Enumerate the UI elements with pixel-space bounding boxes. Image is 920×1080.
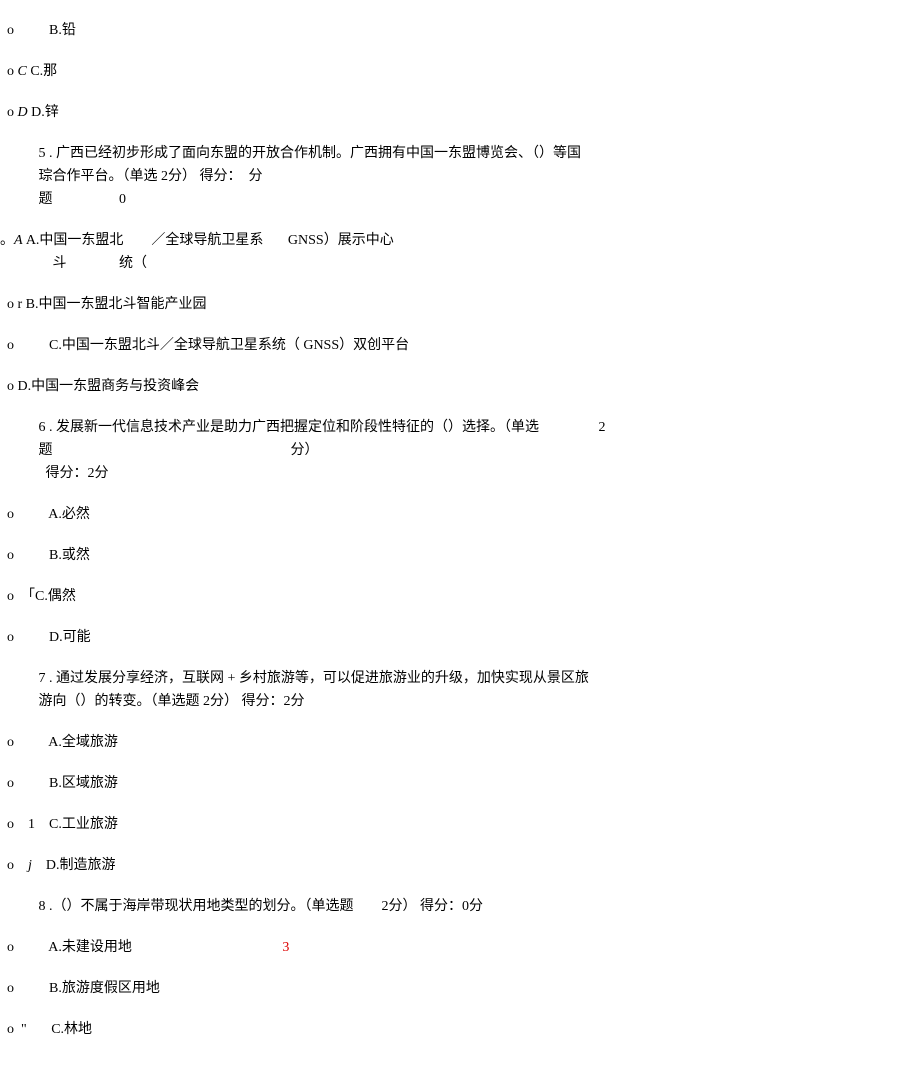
- line-text: B.旅游度假区用地: [49, 981, 160, 996]
- line-text: B.中国一东盟北斗智能产业园: [26, 297, 207, 312]
- text-line: 得分：2分: [0, 463, 920, 484]
- text-line: o B.或然: [0, 545, 920, 566]
- italic-marker: j: [28, 858, 46, 873]
- italic-marker: A: [14, 233, 26, 248]
- line-text: 5 . 广西已经初步形成了面向东盟的开放合作机制。广西拥有中国一东盟博览会、（）…: [39, 146, 582, 161]
- line-prefix: o: [0, 981, 49, 996]
- text-line: o C C.那: [0, 61, 920, 82]
- text-line: 题 0: [0, 189, 920, 210]
- line-text: 题 分）: [39, 443, 319, 458]
- text-line: o C.中国一东盟北斗／全球导航卫星系统（ GNSS）双创平台: [0, 335, 920, 356]
- text-line: o B.旅游度假区用地: [0, 978, 920, 999]
- line-prefix: [0, 420, 39, 435]
- text-line: o A.必然: [0, 504, 920, 525]
- line-prefix: o 1: [0, 817, 49, 832]
- line-prefix: [0, 671, 39, 686]
- line-prefix: [0, 256, 53, 271]
- line-text: C.那: [30, 64, 57, 79]
- line-prefix: [0, 169, 39, 184]
- line-prefix: o: [0, 507, 48, 522]
- line-text: C.中国一东盟北斗／全球导航卫星系统（ GNSS）双创平台: [49, 338, 409, 353]
- line-text: A.中国一东盟北 ／全球导航卫星系 GNSS）展示中心: [26, 233, 394, 248]
- line-text: 游向（）的转变。（单选题 2分） 得分：2分: [39, 694, 305, 709]
- italic-marker: D: [18, 105, 32, 120]
- text-line: o D.中国一东盟商务与投资峰会: [0, 376, 920, 397]
- text-line: o r B.中国一东盟北斗智能产业园: [0, 294, 920, 315]
- line-text: A.全域旅游: [48, 735, 118, 750]
- text-line: o D D.锌: [0, 102, 920, 123]
- line-text: 8 .（）不属于海岸带现状用地类型的划分。（单选题 2分） 得分：0分: [39, 899, 484, 914]
- line-text: D.可能: [49, 630, 91, 645]
- line-prefix: o: [0, 338, 49, 353]
- line-prefix: o r: [0, 297, 26, 312]
- line-text: D.中国一东盟商务与投资峰会: [18, 379, 200, 394]
- line-text: 题 0: [39, 192, 127, 207]
- line-text: D.锌: [31, 105, 59, 120]
- line-prefix: o: [0, 630, 49, 645]
- text-line: 5 . 广西已经初步形成了面向东盟的开放合作机制。广西拥有中国一东盟博览会、（）…: [0, 143, 920, 164]
- line-text: 7 . 通过发展分享经济，互联网 + 乡村旅游等，可以促进旅游业的升级，加快实现…: [39, 671, 589, 686]
- line-prefix: o: [0, 589, 21, 604]
- line-prefix: 。: [0, 233, 14, 248]
- text-line: 题 分）: [0, 440, 920, 461]
- line-prefix: o ": [0, 1022, 51, 1037]
- text-line: 琮合作平台。（单选 2分） 得分： 分: [0, 166, 920, 187]
- document-body: o B.铅 o C C.那 o D D.锌 5 . 广西已经初步形成了面向东盟的…: [0, 20, 920, 1040]
- line-prefix: o: [0, 548, 49, 563]
- line-text: 6 . 发展新一代信息技术产业是助力广西把握定位和阶段性特征的（）选择。（单选 …: [39, 420, 606, 435]
- line-prefix: [0, 466, 46, 481]
- line-text: 琮合作平台。（单选 2分） 得分： 分: [39, 169, 263, 184]
- line-prefix: o: [0, 776, 49, 791]
- text-line: o A.全域旅游: [0, 732, 920, 753]
- line-text: A.必然: [48, 507, 90, 522]
- line-prefix: o: [0, 64, 18, 79]
- line-text: C.林地: [51, 1022, 92, 1037]
- line-text: 斗 统（: [53, 256, 148, 271]
- line-text: 「C.偶然: [21, 589, 76, 604]
- text-line: 斗 统（: [0, 253, 920, 274]
- line-prefix: o: [0, 858, 28, 873]
- text-line: o D.可能: [0, 627, 920, 648]
- text-line: o B.铅: [0, 20, 920, 41]
- line-text: D.制造旅游: [46, 858, 116, 873]
- line-prefix: o: [0, 379, 18, 394]
- line-prefix: [0, 443, 39, 458]
- line-prefix: o: [0, 735, 48, 750]
- text-line: 8 .（）不属于海岸带现状用地类型的划分。（单选题 2分） 得分：0分: [0, 896, 920, 917]
- text-line: 。A A.中国一东盟北 ／全球导航卫星系 GNSS）展示中心: [0, 230, 920, 251]
- line-text: 得分：2分: [46, 466, 109, 481]
- text-line: o 1 C.工业旅游: [0, 814, 920, 835]
- text-line: o B.区域旅游: [0, 773, 920, 794]
- line-prefix: [0, 192, 39, 207]
- line-text: B.铅: [49, 23, 76, 38]
- line-prefix: o: [0, 105, 18, 120]
- text-line: 游向（）的转变。（单选题 2分） 得分：2分: [0, 691, 920, 712]
- text-line: 7 . 通过发展分享经济，互联网 + 乡村旅游等，可以促进旅游业的升级，加快实现…: [0, 668, 920, 689]
- line-text: C.工业旅游: [49, 817, 118, 832]
- line-prefix: [0, 899, 39, 914]
- text-line: o j D.制造旅游: [0, 855, 920, 876]
- line-text: B.区域旅游: [49, 776, 118, 791]
- italic-marker: C: [18, 64, 31, 79]
- line-text: B.或然: [49, 548, 90, 563]
- text-line: o 「C.偶然: [0, 586, 920, 607]
- text-line: 6 . 发展新一代信息技术产业是助力广西把握定位和阶段性特征的（）选择。（单选 …: [0, 417, 920, 438]
- line-prefix: o: [0, 23, 49, 38]
- text-line: o " C.林地: [0, 1019, 920, 1040]
- line-prefix: [0, 146, 39, 161]
- line-prefix: [0, 694, 39, 709]
